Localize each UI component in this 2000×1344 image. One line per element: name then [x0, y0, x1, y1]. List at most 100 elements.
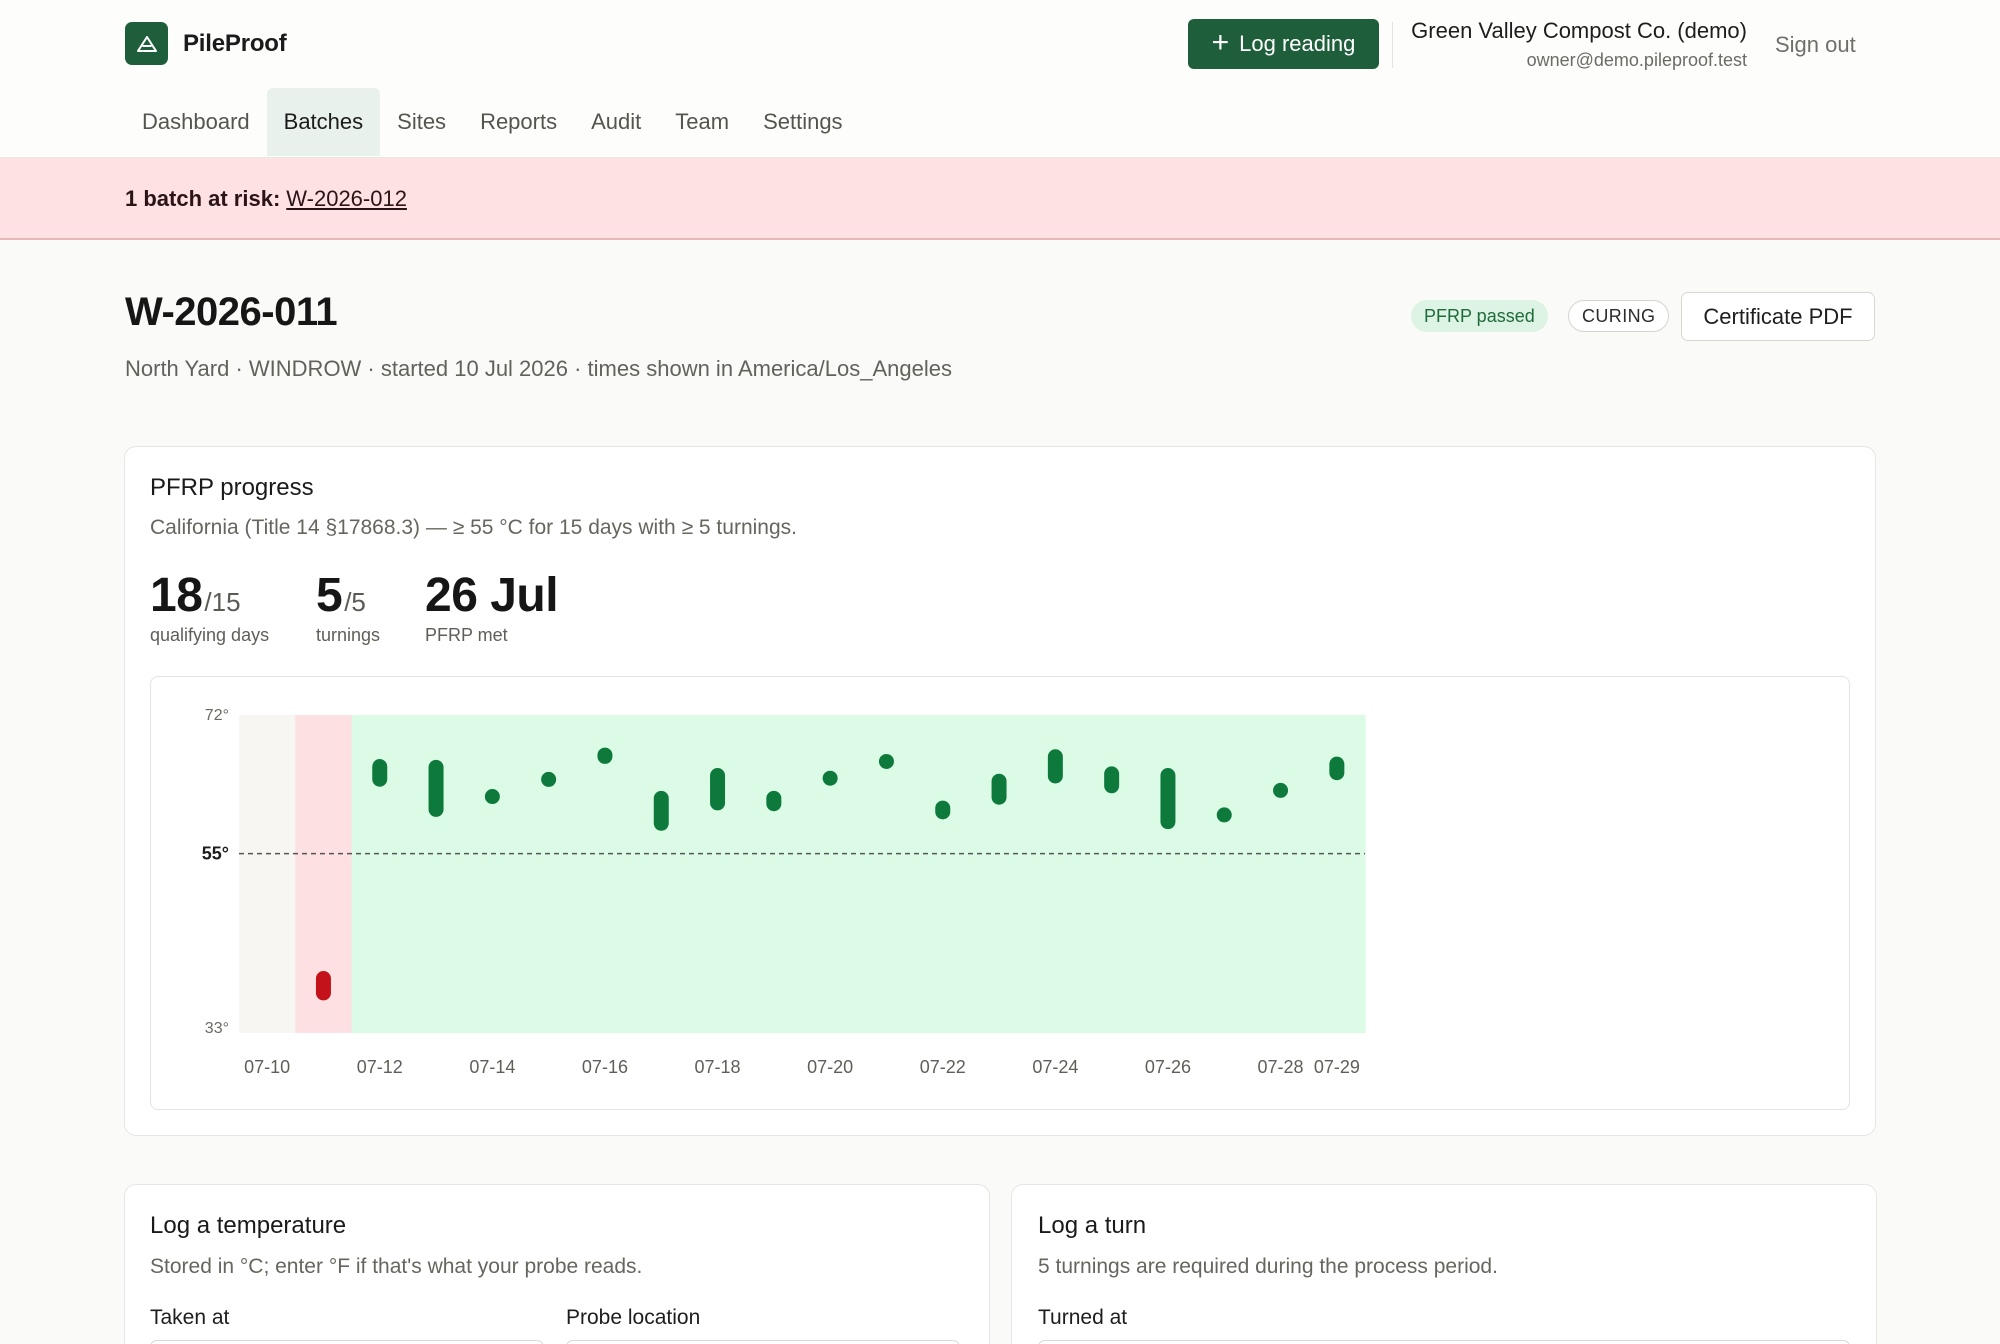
nav-item-settings[interactable]: Settings	[746, 88, 860, 156]
stat-total: /15	[204, 587, 241, 617]
x-tick-label: 07-10	[244, 1057, 290, 1077]
day-band-07-17	[633, 715, 690, 1033]
day-band-07-19	[745, 715, 803, 1033]
x-tick-label: 07-12	[357, 1057, 403, 1077]
log-turn-title: Log a turn	[1038, 1212, 1147, 1239]
turned-at-input[interactable]	[1038, 1340, 1850, 1344]
temperature-chart-box: 72° 55° 33° 07-10 07-12 07-14 07-16 07-18 07-20 0…	[150, 676, 1850, 1110]
reading-bar-07-29	[1329, 756, 1345, 781]
risk-alert-banner: 1 batch at risk: W-2026-012	[0, 158, 2000, 240]
stat-label: turnings	[316, 625, 381, 645]
reading-bar-07-21	[878, 753, 894, 769]
status-badge: PFRP passed	[1411, 300, 1548, 332]
nav-item-dashboard[interactable]: Dashboard	[125, 88, 267, 156]
reading-bar-07-14	[484, 789, 500, 805]
day-band-07-25	[1083, 715, 1141, 1033]
nav-item-reports[interactable]: Reports	[463, 88, 574, 156]
nav-item-sites[interactable]: Sites	[380, 88, 463, 156]
header-divider	[1392, 22, 1393, 68]
org-info: Green Valley Compost Co. (demo) owner@de…	[1411, 18, 1747, 71]
reading-bar-07-17	[653, 790, 669, 831]
sign-out-link[interactable]: Sign out	[1775, 32, 1856, 58]
stat-total: /5	[344, 587, 366, 617]
x-tick-label: 07-22	[920, 1057, 966, 1077]
stat-label: qualifying days	[150, 625, 270, 645]
temperature-chart: 72° 55° 33° 07-10 07-12 07-14 07-16 07-18 07-20 0…	[202, 707, 1366, 1077]
day-band-07-18	[689, 715, 747, 1033]
x-tick-label: 07-16	[582, 1057, 628, 1077]
phase-badge: CURING	[1568, 300, 1670, 332]
reading-bar-07-27	[1216, 807, 1232, 823]
nav-item-team[interactable]: Team	[658, 88, 746, 156]
day-band-07-10	[239, 715, 296, 1033]
main-nav: Dashboard Batches Sites Reports Audit Te…	[125, 88, 860, 158]
reading-bar-07-28	[1273, 782, 1289, 798]
turned-at-label: Turned at	[1038, 1306, 1128, 1329]
app-header: PileProof + Log reading Green Valley Com…	[0, 0, 2000, 158]
x-tick-label: 07-14	[469, 1057, 515, 1077]
stat-value: 5	[316, 569, 343, 622]
org-email: owner@demo.pileproof.test	[1526, 50, 1747, 70]
stat-label: PFRP met	[425, 625, 508, 645]
taken-at-label: Taken at	[150, 1306, 230, 1329]
y-tick-label: 33°	[205, 1020, 229, 1037]
reading-bar-07-20	[822, 770, 838, 786]
brand[interactable]: PileProof	[125, 22, 287, 65]
log-turn-subtitle: 5 turnings are required during the proce…	[1038, 1255, 1498, 1278]
reading-bar-07-16	[597, 747, 613, 764]
stat-turnings: 5/5 turnings	[316, 568, 380, 646]
plus-icon: +	[1211, 25, 1230, 59]
nav-item-batches[interactable]: Batches	[266, 88, 381, 156]
log-reading-label: Log reading	[1239, 31, 1356, 56]
reading-bar-07-18	[710, 768, 726, 811]
alert-text: 1 batch at risk: W-2026-012	[125, 186, 407, 212]
probe-location-input[interactable]	[566, 1340, 960, 1344]
stat-qualifying-days: 18/15 qualifying days	[150, 568, 269, 646]
x-tick-label: 07-20	[807, 1057, 853, 1077]
reading-bar-07-26	[1160, 768, 1176, 830]
reading-bar-07-24	[1047, 749, 1063, 784]
day-band-07-14	[464, 715, 522, 1033]
pileproof-logo-icon	[125, 22, 168, 65]
brand-name: PileProof	[183, 29, 287, 57]
day-band-07-22	[914, 715, 972, 1033]
reading-bar-07-19	[766, 790, 782, 812]
log-reading-button[interactable]: + Log reading	[1188, 19, 1379, 69]
taken-at-input[interactable]	[150, 1340, 544, 1344]
batch-meta: North Yard · WINDROW · started 10 Jul 20…	[125, 356, 952, 381]
y-tick-label: 72°	[205, 707, 229, 724]
x-tick-label: 07-18	[695, 1057, 741, 1077]
stat-pfrp-met: 26 Jul PFRP met	[425, 568, 560, 646]
nav-item-audit[interactable]: Audit	[574, 88, 658, 156]
log-temperature-title: Log a temperature	[150, 1212, 347, 1239]
x-tick-label: 07-24	[1032, 1057, 1078, 1077]
day-band-07-20	[802, 715, 859, 1033]
day-band-07-28	[1252, 715, 1310, 1033]
reading-bar-07-12	[372, 759, 388, 787]
stat-value: 18	[150, 569, 203, 622]
log-temperature-subtitle: Stored in °C; enter °F if that's what yo…	[150, 1255, 643, 1278]
reading-bar-07-13	[428, 759, 444, 817]
x-tick-label: 07-28	[1258, 1057, 1304, 1077]
day-band-07-26	[1139, 715, 1197, 1033]
reading-bar-07-15	[541, 771, 557, 787]
day-band-07-27	[1196, 715, 1253, 1033]
reading-bar-07-23	[991, 773, 1007, 805]
pfrp-subtitle: California (Title 14 §17868.3) — ≥ 55 °C…	[150, 516, 797, 539]
pfrp-title: PFRP progress	[150, 474, 314, 501]
x-tick-label: 07-26	[1145, 1057, 1191, 1077]
reading-bar-07-22	[935, 800, 951, 820]
probe-location-label: Probe location	[566, 1306, 701, 1329]
certificate-pdf-button[interactable]: Certificate PDF	[1681, 292, 1875, 341]
org-name: Green Valley Compost Co. (demo)	[1411, 18, 1747, 43]
reading-bar-07-25	[1104, 766, 1120, 794]
y-tick-label: 55°	[202, 844, 229, 864]
alert-prefix: 1 batch at risk:	[125, 186, 281, 211]
x-tick-label: 07-29	[1314, 1057, 1360, 1077]
stat-value: 26 Jul	[425, 569, 559, 622]
alert-batch-link[interactable]: W-2026-012	[286, 186, 407, 211]
page-title: W-2026-011	[125, 290, 338, 334]
day-band-07-23	[970, 715, 1028, 1033]
day-band-07-15	[520, 715, 578, 1033]
reading-bar-07-11	[315, 971, 331, 1001]
